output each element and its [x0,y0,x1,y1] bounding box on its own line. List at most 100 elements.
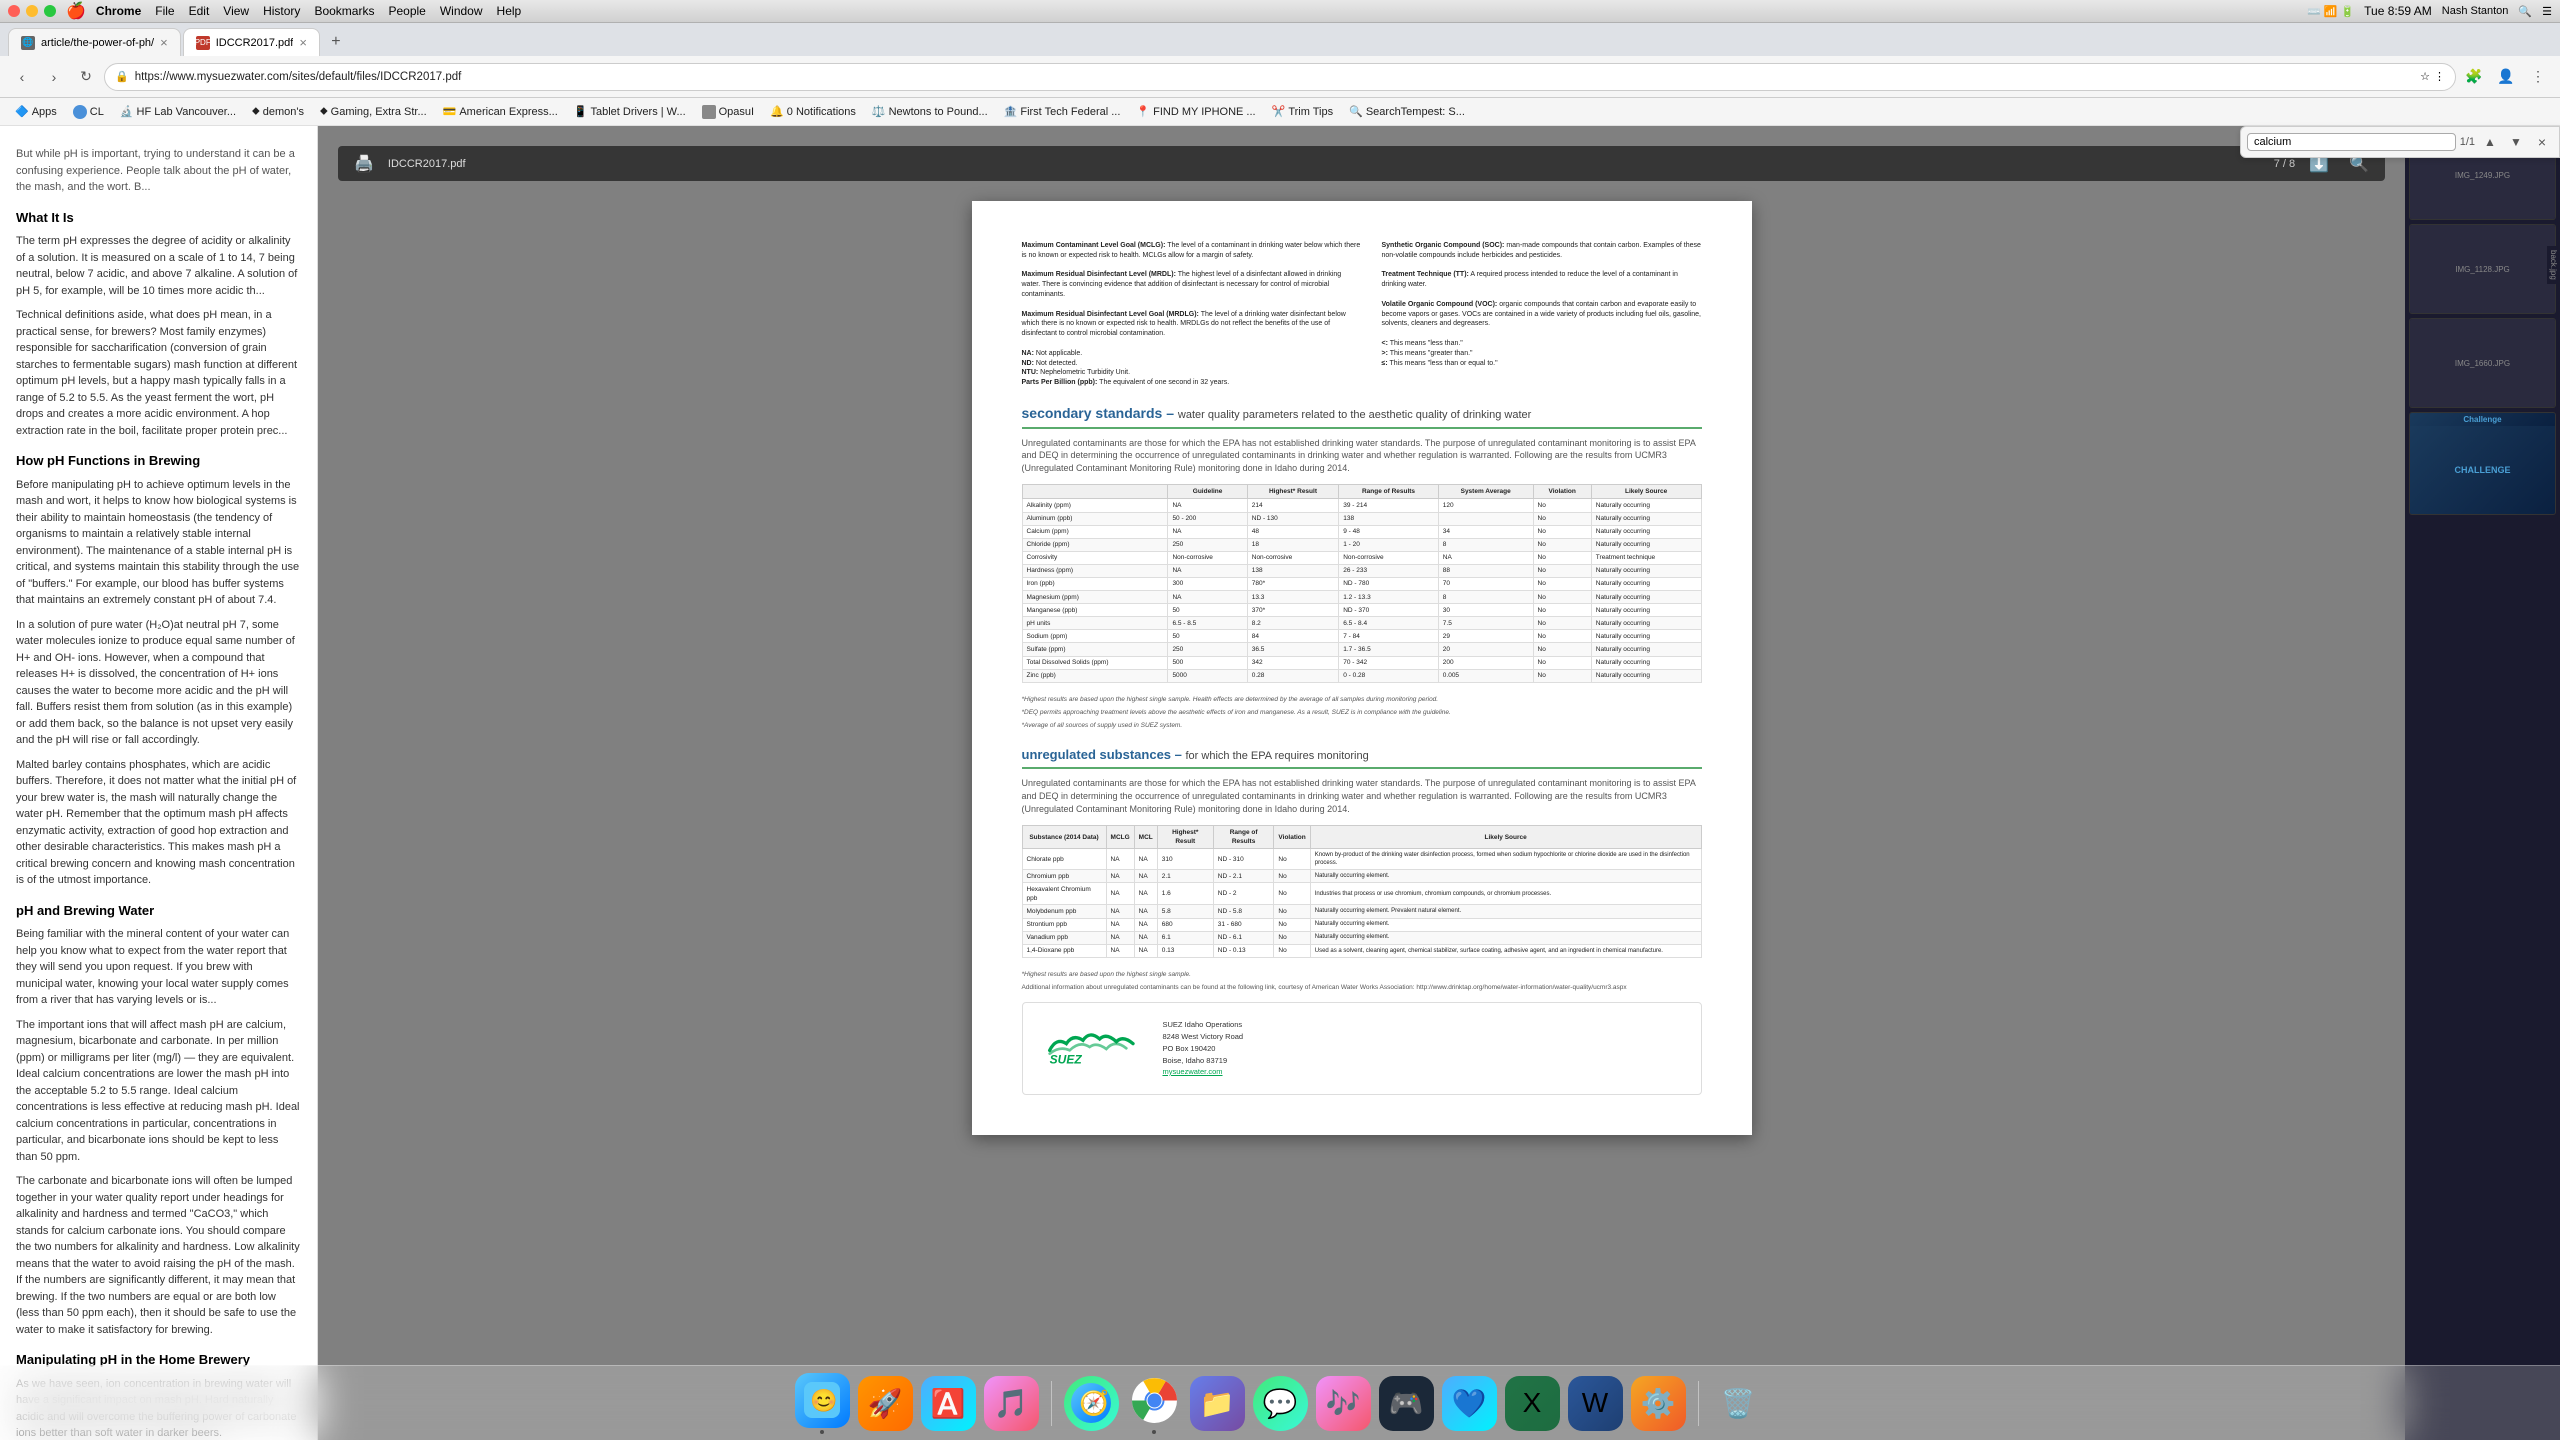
app2-icon[interactable]: 💙 [1442,1376,1497,1431]
dock: 😊 🚀 🅰️ 🎵 🧭 📁 [0,1365,2560,1440]
find-input[interactable] [2247,133,2456,151]
dock-safari[interactable]: 🧭 [1064,1376,1119,1431]
bookmark-findmyphone-label: FIND MY IPHONE ... [1153,106,1255,118]
close-button[interactable] [8,5,20,17]
reload-button[interactable]: ↻ [72,63,100,91]
tab-close-article[interactable]: × [160,35,168,50]
bookmark-amex-icon: 💳 [443,105,457,118]
new-tab-button[interactable]: + [322,28,350,56]
bookmark-cl[interactable]: CL [66,103,111,121]
apple-menu-icon[interactable]: 🍎 [66,1,86,21]
bookmark-trimtips[interactable]: ✂️ Trim Tips [1265,103,1341,120]
bookmark-apps[interactable]: 🔷 Apps [8,103,64,120]
minimize-button[interactable] [26,5,38,17]
customize-icon[interactable]: ⋮ [2434,70,2445,83]
find-next-button[interactable]: ▼ [2505,131,2527,153]
bookmark-trimtips-icon: ✂️ [1272,105,1286,118]
dock-excel[interactable]: X [1505,1376,1560,1431]
menu-file[interactable]: File [155,4,174,18]
itunes-icon[interactable]: 🎶 [1316,1376,1371,1431]
bookmark-demons[interactable]: ⬥ demon's [245,103,311,120]
table-row: Magnesium (ppm)NA13.31.2 - 13.38NoNatura… [1022,591,1701,604]
traffic-lights[interactable] [8,5,56,17]
forward-button[interactable]: › [40,63,68,91]
bookmark-amex-label: American Express... [459,106,557,118]
menu-chrome[interactable]: Chrome [96,4,141,18]
bookmark-trimtips-label: Trim Tips [1288,106,1333,118]
finder-icon[interactable]: 😊 [795,1373,850,1428]
dock-steam[interactable]: 🎮 [1379,1376,1434,1431]
back-button[interactable]: ‹ [8,63,36,91]
address-bar[interactable]: 🔒 https://www.mysuezwater.com/sites/defa… [104,63,2456,91]
bookmark-hf[interactable]: 🔬 HF Lab Vancouver... [113,103,243,120]
pdf-print-button[interactable]: 🖨️ [348,152,380,176]
messages-icon[interactable]: 💬 [1253,1376,1308,1431]
article-intro: But while pH is important, trying to und… [16,146,301,196]
bookmark-tablet-label: Tablet Drivers | W... [590,106,685,118]
menu-bookmarks[interactable]: Bookmarks [314,4,374,18]
article-para-5: Malted barley contains phosphates, which… [16,757,301,889]
menu-history[interactable]: History [263,4,300,18]
bookmark-firsttech[interactable]: 🏦 First Tech Federal ... [997,103,1128,120]
menu-people[interactable]: People [388,4,425,18]
safari-icon[interactable]: 🧭 [1064,1376,1119,1431]
more-icon[interactable]: ⚙️ [1631,1376,1686,1431]
bookmark-amex[interactable]: 💳 American Express... [436,103,565,120]
suez-address2: PO Box 190420 [1163,1043,1244,1055]
launchpad-icon[interactable]: 🚀 [858,1376,913,1431]
word-icon[interactable]: W [1568,1376,1623,1431]
tab-article[interactable]: 🌐 article/the-power-of-ph/ × [8,28,181,56]
menu-window[interactable]: Window [440,4,483,18]
steam-icon[interactable]: 🎮 [1379,1376,1434,1431]
menu-view[interactable]: View [223,4,249,18]
dock-word[interactable]: W [1568,1376,1623,1431]
bookmark-newtons[interactable]: ⚖️ Newtons to Pound... [865,103,995,120]
notification-center-icon[interactable]: ☰ [2542,5,2552,18]
chrome-icon[interactable] [1127,1373,1182,1428]
pdf-panel[interactable]: 🖨️ IDCCR2017.pdf 7 / 8 ⬇️ 🔍 Maximum Cont… [318,126,2405,1440]
dock-chrome[interactable] [1127,1373,1182,1434]
dock-launchpad[interactable]: 🚀 [858,1376,913,1431]
extensions-button[interactable]: 🧩 [2460,63,2488,91]
unreg-col-highest: Highest* Result [1157,826,1213,849]
bookmark-searchtempest[interactable]: 🔍 SearchTempest: S... [1342,103,1472,120]
fullscreen-button[interactable] [44,5,56,17]
dock-trash[interactable]: 🗑️ [1711,1376,1766,1431]
dock-appstore[interactable]: 🅰️ [921,1376,976,1431]
bookmark-opasui[interactable]: OpasuI [695,103,761,121]
excel-icon[interactable]: X [1505,1376,1560,1431]
menu-help[interactable]: Help [497,4,522,18]
dock-files[interactable]: 📁 [1190,1376,1245,1431]
trash-icon[interactable]: 🗑️ [1711,1376,1766,1431]
bookmark-demons-label: demon's [263,106,304,118]
bookmark-notifications[interactable]: 🔔 0 Notifications [763,103,863,120]
menu-button[interactable]: ⋮ [2524,63,2552,91]
suez-footer: SUEZ SUEZ Idaho Operations 8248 West Vic… [1022,1002,1702,1095]
bookmark-icon[interactable]: ☆ [2420,70,2430,83]
thumb-challenge[interactable]: Challenge CHALLENGE [2409,412,2556,515]
menu-edit[interactable]: Edit [189,4,210,18]
thumb-img3[interactable]: IMG_1660.JPG [2409,318,2556,408]
appstore-icon[interactable]: 🅰️ [921,1376,976,1431]
dock-music[interactable]: 🎵 [984,1376,1039,1431]
bookmark-tablet[interactable]: 📱 Tablet Drivers | W... [567,103,693,120]
dock-finder[interactable]: 😊 [795,1373,850,1434]
tab-close-pdf[interactable]: × [299,35,307,50]
dock-app2[interactable]: 💙 [1442,1376,1497,1431]
thumb-img2[interactable]: IMG_1128.JPG [2409,224,2556,314]
dock-itunes[interactable]: 🎶 [1316,1376,1371,1431]
dock-messages[interactable]: 💬 [1253,1376,1308,1431]
article-heading-how: How pH Functions in Brewing [16,451,301,471]
bookmark-gaming[interactable]: ⬥ Gaming, Extra Str... [313,103,434,120]
find-prev-button[interactable]: ▲ [2479,131,2501,153]
suez-url[interactable]: mysuezwater.com [1163,1067,1223,1076]
find-close-button[interactable]: × [2531,131,2553,153]
profile-button[interactable]: 👤 [2492,63,2520,91]
music-icon[interactable]: 🎵 [984,1376,1039,1431]
dock-more[interactable]: ⚙️ [1631,1376,1686,1431]
bookmark-findmyphone[interactable]: 📍 FIND MY IPHONE ... [1129,103,1262,120]
article-heading-water: pH and Brewing Water [16,901,301,921]
files-icon[interactable]: 📁 [1190,1376,1245,1431]
tab-pdf[interactable]: PDF IDCCR2017.pdf × [183,28,320,56]
spotlight-icon[interactable]: 🔍 [2518,5,2532,18]
